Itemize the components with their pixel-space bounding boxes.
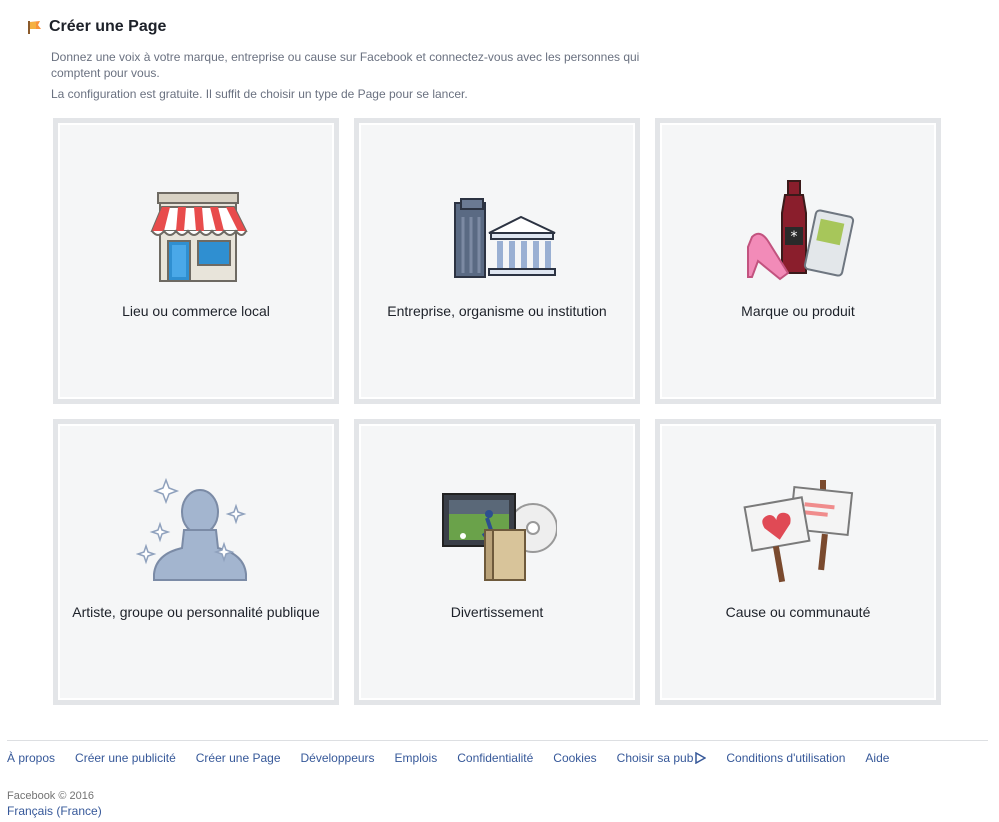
category-card-local-business[interactable]: Lieu ou commerce local bbox=[53, 118, 339, 404]
footer-link-terms[interactable]: Conditions d'utilisation bbox=[726, 751, 845, 765]
category-label: Cause ou communauté bbox=[725, 604, 871, 620]
footer-link-adchoices[interactable]: Choisir sa pub bbox=[617, 751, 707, 765]
page-title: Créer une Page bbox=[49, 18, 167, 35]
footer-link-create-page[interactable]: Créer une Page bbox=[196, 751, 281, 765]
protest-signs-icon bbox=[738, 478, 858, 588]
footer-divider bbox=[7, 740, 988, 741]
building-bank-icon bbox=[437, 177, 557, 287]
flag-icon bbox=[27, 19, 43, 35]
copyright: Facebook © 2016 bbox=[7, 790, 94, 802]
card-inner: Divertissement bbox=[361, 426, 633, 698]
card-inner: Artiste, groupe ou personnalité publique bbox=[60, 426, 332, 698]
category-card-company[interactable]: Entreprise, organisme ou institution bbox=[354, 118, 640, 404]
header: Créer une Page bbox=[27, 18, 166, 36]
category-label: Divertissement bbox=[450, 604, 544, 620]
create-page-screen: Créer une Page Donnez une voix à votre m… bbox=[0, 0, 999, 822]
footer-link-help[interactable]: Aide bbox=[865, 751, 889, 765]
footer-link-developers[interactable]: Développeurs bbox=[301, 751, 375, 765]
product-bottle-shoe-icon: * bbox=[738, 177, 858, 287]
storefront-icon bbox=[136, 177, 256, 287]
person-sparkles-icon bbox=[135, 477, 256, 588]
page-subdescription: La configuration est gratuite. Il suffit… bbox=[51, 87, 468, 101]
footer-link-privacy[interactable]: Confidentialité bbox=[457, 751, 533, 765]
category-grid: Lieu ou commerce local Entreprise, organ… bbox=[53, 118, 941, 705]
language-selector[interactable]: Français (France) bbox=[7, 804, 102, 818]
category-card-brand[interactable]: * Marque ou produit bbox=[655, 118, 941, 404]
title-row: Créer une Page bbox=[27, 18, 166, 36]
card-inner: Entreprise, organisme ou institution bbox=[361, 125, 633, 397]
category-label: Lieu ou commerce local bbox=[122, 303, 270, 319]
category-label: Marque ou produit bbox=[741, 303, 855, 319]
footer-link-cookies[interactable]: Cookies bbox=[553, 751, 596, 765]
footer-links: À propos Créer une publicité Créer une P… bbox=[7, 751, 909, 765]
tv-book-disc-icon bbox=[437, 478, 558, 588]
card-inner: * Marque ou produit bbox=[662, 125, 934, 397]
category-card-cause[interactable]: Cause ou communauté bbox=[655, 419, 941, 705]
footer-link-about[interactable]: À propos bbox=[7, 751, 55, 765]
adchoices-icon bbox=[695, 752, 707, 764]
category-label: Artiste, groupe ou personnalité publique bbox=[72, 604, 320, 620]
card-inner: Cause ou communauté bbox=[662, 426, 934, 698]
adchoices-label: Choisir sa pub bbox=[616, 751, 694, 765]
category-card-entertainment[interactable]: Divertissement bbox=[354, 419, 640, 705]
category-label: Entreprise, organisme ou institution bbox=[387, 303, 607, 319]
page-description: Donnez une voix à votre marque, entrepri… bbox=[51, 50, 640, 80]
card-inner: Lieu ou commerce local bbox=[60, 125, 332, 397]
svg-text:*: * bbox=[791, 229, 798, 245]
category-card-artist[interactable]: Artiste, groupe ou personnalité publique bbox=[53, 419, 339, 705]
footer-link-create-ad[interactable]: Créer une publicité bbox=[75, 751, 176, 765]
footer-link-careers[interactable]: Emplois bbox=[395, 751, 438, 765]
